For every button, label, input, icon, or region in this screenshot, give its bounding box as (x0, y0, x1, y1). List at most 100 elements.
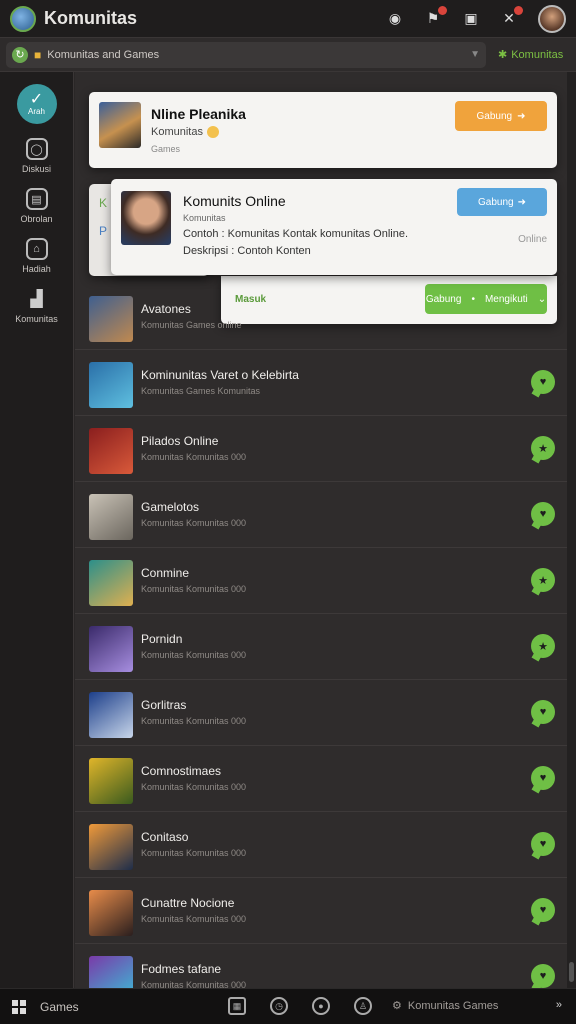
featured-meta: Games (151, 144, 181, 154)
top-icons: ◉ ⚑ ▣ ✕ (386, 4, 566, 33)
notification-icon[interactable]: ⚑ (424, 5, 447, 28)
featured-card[interactable]: Nline Pleanika Komunitas Games Gabung ➜ (89, 92, 557, 168)
chat-action-icon[interactable]: ♥ (531, 766, 555, 790)
library-icon[interactable]: ▦ (228, 997, 246, 1015)
clock-icon[interactable]: ◷ (270, 997, 288, 1015)
app-logo[interactable] (10, 5, 36, 32)
background-card-line: P (99, 224, 108, 238)
tools-badge (514, 5, 523, 15)
sidebar-item-diskusi[interactable]: ◯ Diskusi (0, 138, 73, 174)
list-thumbnail (89, 494, 133, 540)
sidebar-item-hadiah[interactable]: ⌂ Hadiah (0, 238, 73, 274)
list-item-meta: Komunitas Games Komunitas (141, 386, 261, 396)
scrollbar-thumb[interactable] (569, 962, 574, 982)
address-action[interactable]: ✱ Komunitas (498, 48, 563, 62)
chat-action-icon[interactable]: ♥ (531, 898, 555, 922)
windows-start-icon[interactable] (12, 999, 26, 1014)
game-icon: ⚙ (392, 1000, 402, 1012)
address-field[interactable]: ↻ ■ Komunitas and Games ▼ (6, 41, 486, 68)
list-item-name: Pilados Online (141, 434, 219, 448)
join-button[interactable]: Gabung ➜ (455, 101, 547, 131)
list-thumbnail (89, 296, 133, 342)
community-contact: Contoh : Komunitas Kontak komunitas Onli… (183, 228, 409, 240)
taskbar-right[interactable]: ⚙ Komunitas Games (392, 999, 498, 1013)
top-bar: Komunitas ◉ ⚑ ▣ ✕ (0, 0, 576, 38)
window-icon[interactable]: ▣ (462, 10, 480, 28)
list-item-meta: Komunitas Komunitas 000 (141, 914, 247, 924)
user-avatar[interactable] (538, 4, 566, 33)
scrollbar[interactable] (567, 72, 576, 988)
community-card[interactable]: Komunits Online Komunitas Contoh : Komun… (111, 179, 557, 275)
chat-action-icon[interactable]: ★ (531, 634, 555, 658)
sidebar-item-obrolan[interactable]: ▤ Obrolan (0, 188, 73, 224)
taskbar-label: Games (40, 999, 79, 1014)
list-item-meta: Komunitas Komunitas 000 (141, 518, 247, 528)
list-thumbnail (89, 428, 133, 474)
sidebar: ✓ Arah ◯ Diskusi ▤ Obrolan ⌂ Hadiah ▟ Ko… (0, 72, 74, 988)
tools-icon[interactable]: ✕ (500, 5, 523, 28)
chat-action-icon[interactable]: ♥ (531, 502, 555, 526)
list-thumbnail (89, 824, 133, 870)
list-item[interactable]: AvatonesKomunitas Games online★ (75, 284, 567, 350)
chat-action-icon[interactable]: ♥ (531, 370, 555, 394)
background-card-line: K (99, 196, 108, 210)
chat-action-icon[interactable]: ★ (531, 436, 555, 460)
friends-icon[interactable]: ♙ (354, 997, 372, 1015)
list-item-meta: Komunitas Komunitas 000 (141, 848, 247, 858)
list-item[interactable]: Pornidn Komunitas Komunitas 000 ★ (75, 614, 567, 680)
list-item-meta: Komunitas Games online (141, 320, 242, 330)
list-item-name: Gorlitras (141, 698, 187, 712)
globe-icon[interactable]: ◉ (386, 10, 404, 28)
chat-action-icon[interactable]: ♥ (531, 832, 555, 856)
notification-badge (438, 5, 447, 15)
list-item[interactable]: Cunattre Nocione Komunitas Komunitas 000 ♥ (75, 878, 567, 944)
list-item[interactable]: Pilados Online Komunitas Komunitas 000 ★ (75, 416, 567, 482)
expand-icon[interactable]: » (556, 999, 562, 1011)
online-status: Online (518, 234, 547, 245)
list-thumbnail (89, 560, 133, 606)
address-bar: ↻ ■ Komunitas and Games ▼ ✱ Komunitas (0, 38, 576, 72)
app-title: Komunitas (44, 8, 138, 28)
list-thumbnail (89, 362, 133, 408)
gift-icon: ⌂ (25, 238, 48, 260)
list-item[interactable]: Gamelotos Komunitas Komunitas 000 ♥ (75, 482, 567, 548)
list-item-meta: Komunitas Komunitas 000 (141, 584, 247, 594)
list-item-meta: Komunitas Komunitas 000 (141, 782, 247, 792)
taskbar-icons: ▦ ◷ ● ♙ (228, 997, 372, 1015)
address-text: Komunitas and Games (47, 48, 160, 61)
list-item[interactable]: Kominunitas Varet o Kelebirta Komunitas G… (75, 350, 567, 416)
community-subtitle: Komunitas (183, 213, 226, 223)
chat-icon: ◯ (25, 138, 48, 160)
list-item[interactable]: Comnostimaes Komunitas Komunitas 000 ♥ (75, 746, 567, 812)
lock-icon: ■ (34, 47, 42, 62)
list-thumbnail (89, 758, 133, 804)
sidebar-main-button[interactable]: ✓ Arah (16, 84, 57, 124)
list-item-name: Gamelotos (141, 500, 200, 514)
check-icon: ✓ (29, 90, 44, 108)
list-item-name: Cunattre Nocione (141, 896, 235, 910)
join-community-button[interactable]: Gabung ➜ (457, 188, 547, 216)
chat-action-icon[interactable]: ♥ (531, 964, 555, 988)
featured-thumbnail (99, 102, 141, 148)
list-item-name: Conmine (141, 566, 190, 580)
arrow-right-icon: ➜ (517, 110, 526, 122)
list-item[interactable]: Conmine Komunitas Komunitas 000 ★ (75, 548, 567, 614)
community-list: Avatones Komunitas Games online ★ Kominuni… (75, 284, 567, 1010)
chat-action-icon[interactable]: ★ (531, 568, 555, 592)
list-item-meta: Komunitas Komunitas 000 (141, 650, 247, 660)
community-description: Deskripsi : Contoh Konten (183, 245, 311, 257)
featured-subtitle: Komunitas (151, 126, 219, 139)
chevron-down-icon[interactable]: ▼ (470, 49, 480, 60)
refresh-icon[interactable]: ↻ (12, 46, 28, 63)
list-item[interactable]: Gorlitras Komunitas Komunitas 000 ♥ (75, 680, 567, 746)
list-item-name: Comnostimaes (141, 764, 222, 778)
list-item-name: Pornidn (141, 632, 183, 646)
list-thumbnail (89, 692, 133, 738)
chat-action-icon[interactable]: ♥ (531, 700, 555, 724)
chat-bubble-icon[interactable]: ● (312, 997, 330, 1015)
list-item[interactable]: Conitaso Komunitas Komunitas 000 ♥ (75, 812, 567, 878)
list-thumbnail (89, 626, 133, 672)
sidebar-item-komunitas[interactable]: ▟ Komunitas (0, 288, 73, 324)
list-thumbnail (89, 890, 133, 936)
list-item-meta: Komunitas Komunitas 000 (141, 716, 247, 726)
